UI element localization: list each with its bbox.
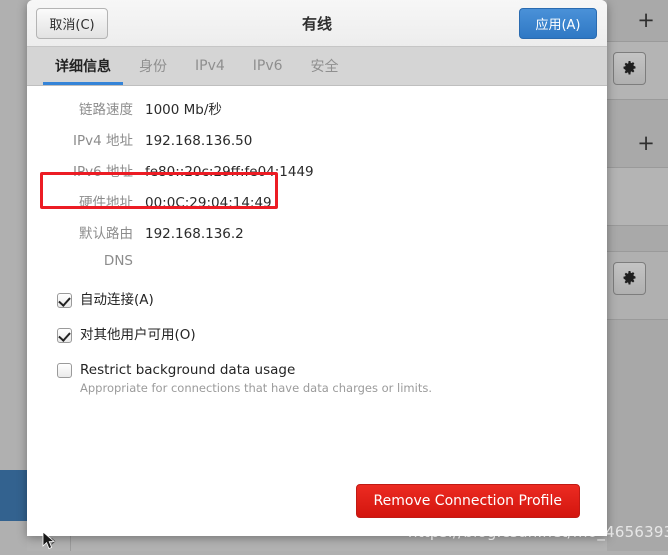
mouse-cursor — [42, 531, 56, 555]
background-panel-row — [607, 226, 668, 252]
detail-value: 192.168.136.2 — [145, 226, 244, 242]
detail-value: 192.168.136.50 — [145, 133, 253, 149]
detail-row-hardware-address: 硬件地址 00:0C:29:04:14:49 — [27, 191, 607, 222]
add-connection-button[interactable]: + — [636, 133, 656, 154]
detail-label: 链路速度 — [79, 102, 133, 118]
connection-details-list: 链路速度 1000 Mb/秒 IPv4 地址 192.168.136.50 IP… — [27, 98, 607, 284]
connection-settings-button[interactable] — [613, 52, 646, 85]
tab-details[interactable]: 详细信息 — [41, 47, 125, 85]
option-label: 自动连接(A) — [80, 292, 154, 308]
background-panel-row — [607, 168, 668, 226]
detail-label: 默认路由 — [79, 226, 133, 242]
background-left-strip — [0, 0, 27, 551]
detail-label: 硬件地址 — [79, 195, 133, 211]
apply-button[interactable]: 应用(A) — [519, 8, 597, 39]
add-connection-button[interactable]: + — [636, 10, 656, 31]
restrict-background-data-checkbox[interactable] — [57, 363, 72, 378]
tab-ipv6[interactable]: IPv6 — [239, 47, 297, 85]
connection-settings-button[interactable] — [613, 262, 646, 295]
option-label: 对其他用户可用(O) — [80, 327, 196, 343]
watermark-text: https://blog.csdn.net/m0_46563938 — [408, 523, 668, 541]
option-available-to-other-users[interactable]: 对其他用户可用(O) — [57, 326, 537, 344]
gear-icon — [622, 271, 637, 286]
dialog-body: 链路速度 1000 Mb/秒 IPv4 地址 192.168.136.50 IP… — [27, 86, 607, 536]
detail-label: IPv4 地址 — [73, 133, 133, 149]
detail-value: 00:0C:29:04:14:49 — [145, 195, 272, 211]
wired-connection-dialog: 取消(C) 有线 应用(A) 详细信息 身份 IPv4 IPv6 安全 链路速度… — [27, 0, 607, 536]
auto-connect-checkbox[interactable] — [57, 293, 72, 308]
detail-row-dns: DNS — [27, 253, 607, 284]
background-selected-sidebar-item[interactable] — [0, 470, 27, 521]
tab-identity[interactable]: 身份 — [125, 47, 181, 85]
option-description: Appropriate for connections that have da… — [80, 381, 432, 395]
detail-label: IPv6 地址 — [73, 164, 133, 180]
gear-icon — [622, 61, 637, 76]
detail-row-link-speed: 链路速度 1000 Mb/秒 — [27, 98, 607, 129]
background-panel-row — [607, 320, 668, 551]
detail-label: DNS — [103, 253, 133, 269]
tab-security[interactable]: 安全 — [297, 47, 353, 85]
option-restrict-background-data[interactable]: Restrict background data usage Appropria… — [57, 361, 537, 396]
detail-row-default-route: 默认路由 192.168.136.2 — [27, 222, 607, 253]
connection-options: 自动连接(A) 对其他用户可用(O) Restrict background d… — [57, 291, 537, 413]
option-label: Restrict background data usage — [80, 362, 296, 378]
detail-value: fe80::20c:29ff:fe04:1449 — [145, 164, 314, 180]
option-auto-connect[interactable]: 自动连接(A) — [57, 291, 537, 309]
detail-row-ipv4-address: IPv4 地址 192.168.136.50 — [27, 129, 607, 160]
tab-bar: 详细信息 身份 IPv4 IPv6 安全 — [27, 47, 607, 86]
tab-ipv4[interactable]: IPv4 — [181, 47, 239, 85]
dialog-titlebar: 取消(C) 有线 应用(A) — [27, 0, 607, 47]
available-to-other-users-checkbox[interactable] — [57, 328, 72, 343]
detail-row-ipv6-address: IPv6 地址 fe80::20c:29ff:fe04:1449 — [27, 160, 607, 191]
detail-value: 1000 Mb/秒 — [145, 102, 222, 118]
remove-connection-profile-button[interactable]: Remove Connection Profile — [355, 484, 580, 518]
